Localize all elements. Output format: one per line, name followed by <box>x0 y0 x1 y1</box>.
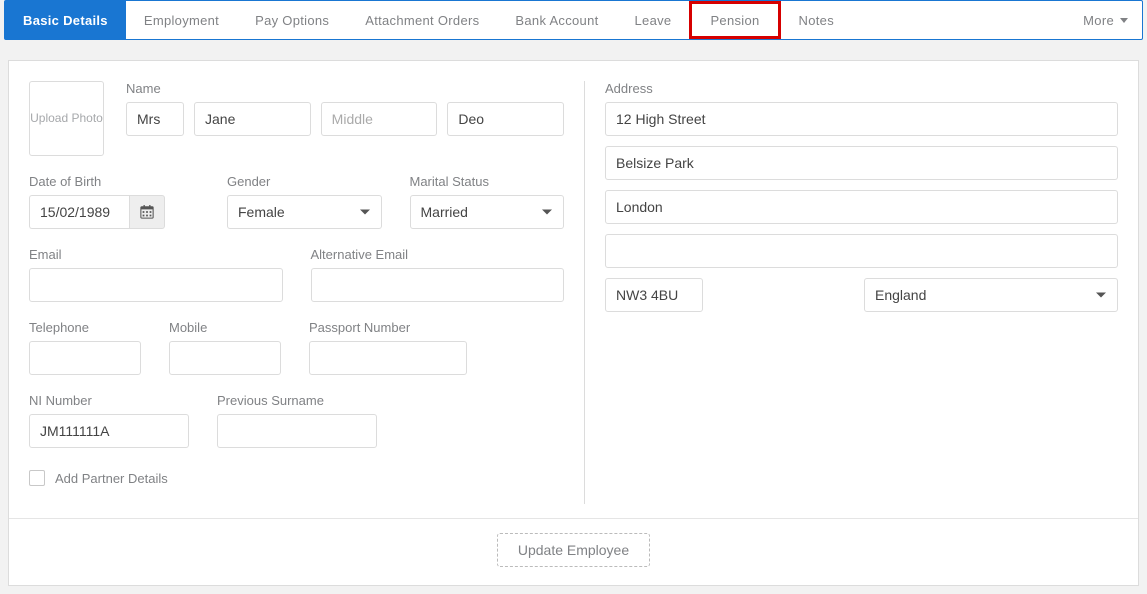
dob-calendar-button[interactable] <box>129 195 165 229</box>
title-input[interactable] <box>126 102 184 136</box>
tab-attachment-orders[interactable]: Attachment Orders <box>347 1 497 39</box>
first-name-input[interactable] <box>194 102 311 136</box>
tab-bar: Basic Details Employment Pay Options Att… <box>4 0 1143 40</box>
address-label: Address <box>605 81 1118 96</box>
chevron-down-icon <box>1120 18 1128 23</box>
address-line1-input[interactable] <box>605 102 1118 136</box>
calendar-icon <box>140 205 154 219</box>
alt-email-input[interactable] <box>311 268 565 302</box>
postcode-input[interactable] <box>605 278 703 312</box>
email-label: Email <box>29 247 283 262</box>
tab-leave[interactable]: Leave <box>617 1 690 39</box>
passport-input[interactable] <box>309 341 467 375</box>
last-name-input[interactable] <box>447 102 564 136</box>
passport-label: Passport Number <box>309 320 467 335</box>
tab-basic-details[interactable]: Basic Details <box>5 1 126 39</box>
tab-pay-options[interactable]: Pay Options <box>237 1 347 39</box>
telephone-label: Telephone <box>29 320 141 335</box>
update-employee-button[interactable]: Update Employee <box>497 533 650 567</box>
marital-select[interactable] <box>410 195 565 229</box>
prev-surname-label: Previous Surname <box>217 393 377 408</box>
prev-surname-input[interactable] <box>217 414 377 448</box>
address-line3-input[interactable] <box>605 190 1118 224</box>
tab-more-label: More <box>1083 13 1114 28</box>
ni-label: NI Number <box>29 393 189 408</box>
upload-photo-button[interactable]: Upload Photo <box>29 81 104 156</box>
ni-input[interactable] <box>29 414 189 448</box>
dob-input[interactable] <box>29 195 129 229</box>
tab-employment[interactable]: Employment <box>126 1 237 39</box>
mobile-label: Mobile <box>169 320 281 335</box>
dob-label: Date of Birth <box>29 174 199 189</box>
gender-select[interactable] <box>227 195 382 229</box>
telephone-input[interactable] <box>29 341 141 375</box>
alt-email-label: Alternative Email <box>311 247 565 262</box>
tab-more[interactable]: More <box>1065 1 1142 39</box>
address-line2-input[interactable] <box>605 146 1118 180</box>
add-partner-checkbox[interactable] <box>29 470 45 486</box>
basic-details-panel: Upload Photo Name Date of B <box>8 60 1139 586</box>
mobile-input[interactable] <box>169 341 281 375</box>
add-partner-label: Add Partner Details <box>55 471 168 486</box>
tab-bank-account[interactable]: Bank Account <box>497 1 616 39</box>
upload-photo-label: Upload Photo <box>30 111 103 127</box>
tab-notes[interactable]: Notes <box>781 1 852 39</box>
address-line4-input[interactable] <box>605 234 1118 268</box>
middle-name-input[interactable] <box>321 102 438 136</box>
name-label: Name <box>126 81 564 96</box>
tab-pension[interactable]: Pension <box>689 1 780 39</box>
email-input[interactable] <box>29 268 283 302</box>
country-select[interactable] <box>864 278 1118 312</box>
gender-label: Gender <box>227 174 382 189</box>
marital-label: Marital Status <box>410 174 565 189</box>
